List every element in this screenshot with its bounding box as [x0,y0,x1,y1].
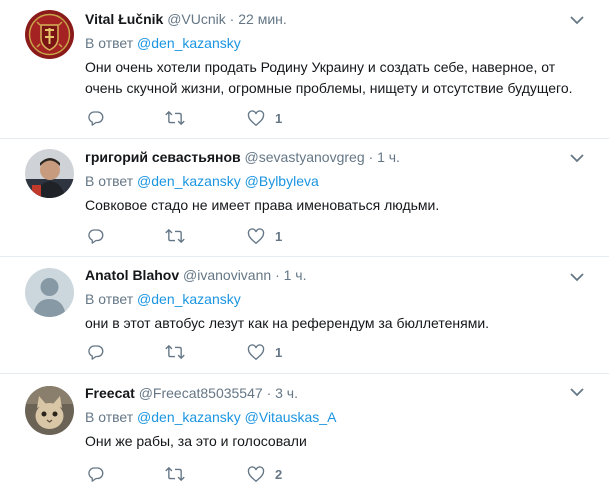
reply-button[interactable] [87,107,105,129]
author-name[interactable]: григорий севастьянов [85,149,241,165]
tweet-replies-feed: Vital Łučnik @VUcnik · 22 мин. В ответ @… [0,0,609,489]
retweet-icon [165,344,185,360]
author-name[interactable]: Anatol Blahov [85,267,179,283]
timestamp[interactable]: 1 ч. [284,267,307,283]
tweet[interactable]: Anatol Blahov @ivanovivann · 1 ч. В отве… [0,257,609,374]
more-options-caret[interactable] [569,271,585,283]
reply-prefix: В ответ [85,173,134,189]
avatar[interactable] [25,386,74,435]
coat-of-arms-avatar-icon [25,10,74,59]
separator-dot: · [275,267,280,283]
tweet-text: они в этот автобус лезут как на референд… [85,315,490,331]
reply-context: В ответ @den_kazansky [85,290,589,309]
mention-link[interactable]: @den_kazansky [137,173,241,189]
reply-icon [88,229,104,244]
tweet-header: Vital Łučnik @VUcnik · 22 мин. [85,10,589,29]
cat-avatar-icon [25,386,74,435]
like-count: 1 [275,228,283,244]
author-handle[interactable]: @VUcnik [167,11,226,27]
tweet-header: Anatol Blahov @ivanovivann · 1 ч. [85,266,589,285]
like-button[interactable]: 2 [247,463,282,485]
tweet-actions: 1 [87,225,307,247]
heart-icon [247,465,265,482]
mention-link[interactable]: @den_kazansky [137,35,241,51]
retweet-button[interactable] [165,225,185,247]
like-button[interactable]: 1 [247,107,282,129]
more-options-caret[interactable] [569,14,585,26]
tweet-content: Anatol Blahov @ivanovivann · 1 ч. В отве… [85,266,589,334]
reply-context: В ответ @den_kazansky @Bylbyleva [85,172,589,191]
reply-icon [88,111,104,126]
author-handle[interactable]: @Freecat85035547 [139,385,263,401]
retweet-icon [165,228,185,244]
reply-prefix: В ответ [85,409,134,425]
heart-icon [247,109,265,126]
chevron-down-icon [570,273,584,282]
heart-icon [247,343,265,360]
author-name[interactable]: Freecat [85,385,135,401]
retweet-icon [165,110,185,126]
tweet-text: Они же рабы, за это и голосовали [85,433,307,449]
separator-dot: · [368,149,374,165]
separator-dot: · [229,11,235,27]
tweet-actions: 2 [87,463,307,485]
tweet-text: Они очень хотели продать Родину Украину … [85,59,573,96]
retweet-button[interactable] [165,463,185,485]
heart-icon [247,227,265,244]
reply-icon [88,467,104,482]
retweet-button[interactable] [165,107,185,129]
tweet-actions: 1 [87,107,307,129]
avatar[interactable] [25,149,74,198]
tweet[interactable]: Freecat @Freecat85035547 · 3 ч. В ответ … [0,374,609,489]
more-options-caret[interactable] [569,152,585,164]
reply-icon [88,345,104,360]
author-name[interactable]: Vital Łučnik [85,11,163,27]
author-handle[interactable]: @sevastyanovgreg [245,149,365,165]
chevron-down-icon [570,388,584,397]
reply-prefix: В ответ [85,291,134,307]
mention-link[interactable]: @den_kazansky [137,291,241,307]
reply-context: В ответ @den_kazansky @Vitauskas_A [85,408,589,427]
tweet-header: григорий севастьянов @sevastyanovgreg · … [85,148,589,167]
mention-link[interactable]: @den_kazansky [137,409,241,425]
like-count: 2 [275,466,283,482]
like-button[interactable]: 1 [247,341,282,363]
timestamp[interactable]: 22 мин. [238,11,287,27]
mention-link[interactable]: @Vitauskas_A [245,409,337,425]
reply-button[interactable] [87,341,105,363]
like-button[interactable]: 1 [247,225,282,247]
timestamp[interactable]: 3 ч. [275,385,298,401]
chevron-down-icon [570,16,584,25]
tweet-content: Freecat @Freecat85035547 · 3 ч. В ответ … [85,384,589,452]
chevron-down-icon [570,154,584,163]
tweet-content: григорий севастьянов @sevastyanovgreg · … [85,148,589,216]
like-count: 1 [275,344,283,360]
like-count: 1 [275,110,283,126]
reply-button[interactable] [87,463,105,485]
tweet-text: Совковое стадо не имеет права именоватьс… [85,197,440,213]
avatar[interactable] [25,268,74,317]
tweet-actions: 1 [87,341,307,363]
timestamp[interactable]: 1 ч. [377,149,400,165]
avatar[interactable] [25,10,74,59]
photo-avatar-icon [25,149,74,198]
default-avatar-icon [25,268,74,317]
tweet-content: Vital Łučnik @VUcnik · 22 мин. В ответ @… [85,10,589,99]
tweet[interactable]: григорий севастьянов @sevastyanovgreg · … [0,139,609,257]
retweet-button[interactable] [165,341,185,363]
mention-link[interactable]: @Bylbyleva [245,173,319,189]
more-options-caret[interactable] [569,386,585,398]
tweet-header: Freecat @Freecat85035547 · 3 ч. [85,384,589,403]
reply-prefix: В ответ [85,35,134,51]
tweet[interactable]: Vital Łučnik @VUcnik · 22 мин. В ответ @… [0,0,609,139]
reply-button[interactable] [87,225,105,247]
separator-dot: · [266,385,272,401]
reply-context: В ответ @den_kazansky [85,34,589,53]
author-handle[interactable]: @ivanovivann [183,267,271,283]
retweet-icon [165,466,185,482]
